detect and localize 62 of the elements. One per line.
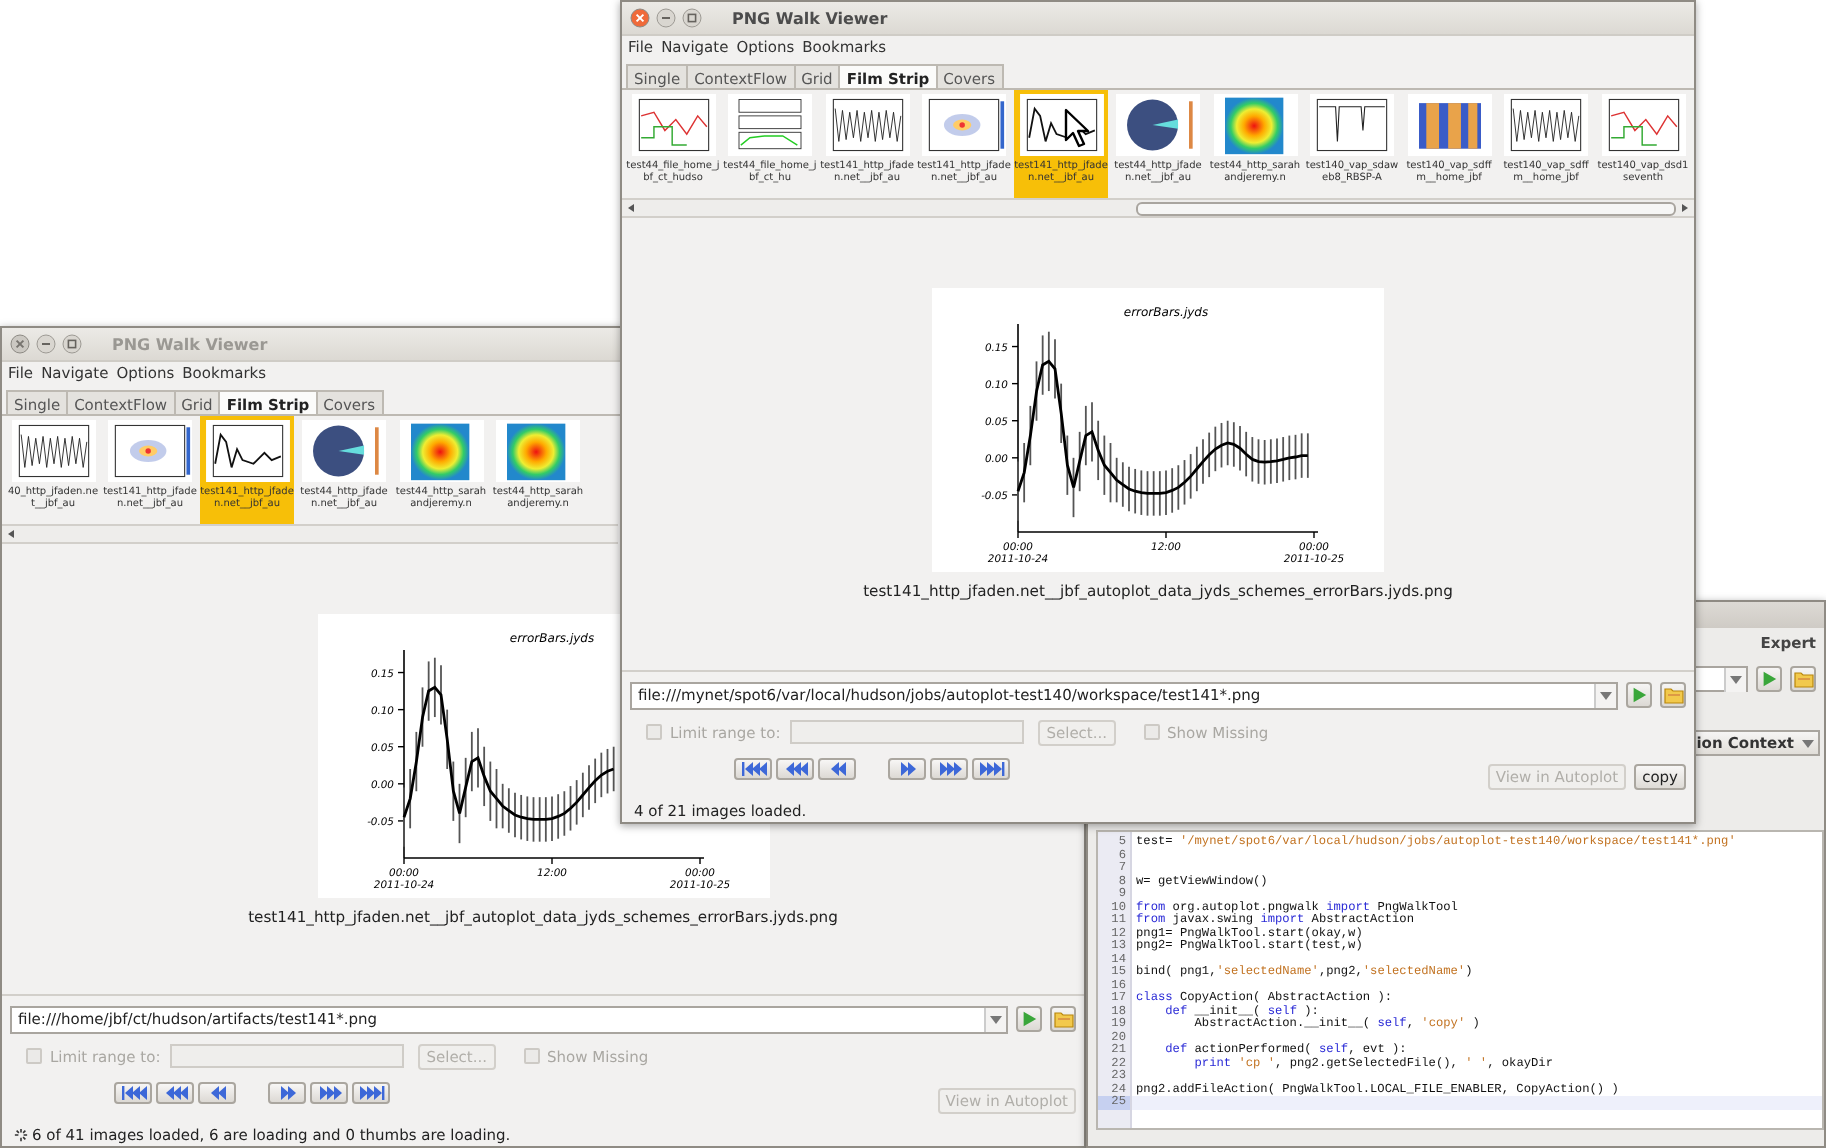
plot-thumbnail <box>203 420 291 482</box>
navigation-button[interactable] <box>352 1082 390 1104</box>
navigation-button[interactable] <box>818 758 856 780</box>
run-button[interactable] <box>1756 665 1782 691</box>
plot-thumbnail <box>823 94 911 156</box>
limit-range-field[interactable] <box>790 720 1025 744</box>
folder-icon <box>1663 686 1683 704</box>
arrows-icon <box>119 1084 147 1102</box>
navigation-button[interactable] <box>734 758 772 780</box>
window-title: PNG Walk Viewer <box>112 335 268 353</box>
navigation-button[interactable] <box>776 758 814 780</box>
plot-thumbnail <box>300 420 388 482</box>
plot-thumbnail <box>629 94 717 156</box>
dropdown-arrow-icon <box>1600 691 1612 699</box>
navigation-button[interactable] <box>310 1082 348 1104</box>
plot-thumbnail <box>1114 94 1202 156</box>
plot-thumbnail <box>726 94 814 156</box>
horizontal-scrollbar[interactable] <box>622 198 1694 218</box>
window-title: PNG Walk Viewer <box>732 9 888 27</box>
navigation-button[interactable] <box>114 1082 152 1104</box>
mouse-pointer-icon <box>1064 108 1092 148</box>
navigation-button[interactable] <box>268 1082 306 1104</box>
navigation-button[interactable] <box>156 1082 194 1104</box>
play-icon <box>1760 669 1778 687</box>
dropdown-arrow-icon <box>1730 675 1742 683</box>
plot-thumbnail <box>920 94 1008 156</box>
run-button[interactable] <box>1016 1006 1042 1032</box>
navigation-button[interactable] <box>972 758 1010 780</box>
close-button[interactable] <box>630 8 650 28</box>
dropdown-arrow-icon <box>1802 739 1814 747</box>
navigation-button[interactable] <box>930 758 968 780</box>
minimize-button[interactable] <box>656 8 676 28</box>
arrows-icon <box>739 760 767 778</box>
combo-field[interactable] <box>1694 665 1748 691</box>
plot-thumbnail <box>397 420 485 482</box>
limit-range-field[interactable] <box>170 1044 405 1068</box>
plot-thumbnail <box>9 420 97 482</box>
plot-thumbnail <box>1599 94 1687 156</box>
plot-thumbnail <box>1017 94 1105 156</box>
arrows-icon <box>161 1084 189 1102</box>
navigation-button[interactable] <box>198 1082 236 1104</box>
plot-thumbnail <box>106 420 194 482</box>
plot-thumbnail <box>1405 94 1493 156</box>
play-icon <box>1020 1010 1038 1028</box>
plot-thumbnail <box>1308 94 1396 156</box>
plot-thumbnail <box>494 420 582 482</box>
play-icon <box>1630 686 1648 704</box>
maximize-button[interactable] <box>682 8 702 28</box>
folder-icon <box>1793 669 1813 687</box>
arrows-icon <box>315 1084 343 1102</box>
code-editor[interactable] <box>1096 830 1824 1130</box>
arrows-icon <box>977 760 1005 778</box>
plot-thumbnail <box>1211 94 1299 156</box>
plot-thumbnail <box>1502 94 1590 156</box>
arrows-icon <box>357 1084 385 1102</box>
arrows-icon <box>935 760 963 778</box>
navigation-button[interactable] <box>888 758 926 780</box>
horizontal-scrollbar[interactable] <box>2 524 618 544</box>
arrows-icon <box>781 760 809 778</box>
folder-icon <box>1053 1010 1073 1028</box>
run-button[interactable] <box>1626 682 1652 708</box>
dropdown-arrow-icon <box>990 1015 1002 1023</box>
